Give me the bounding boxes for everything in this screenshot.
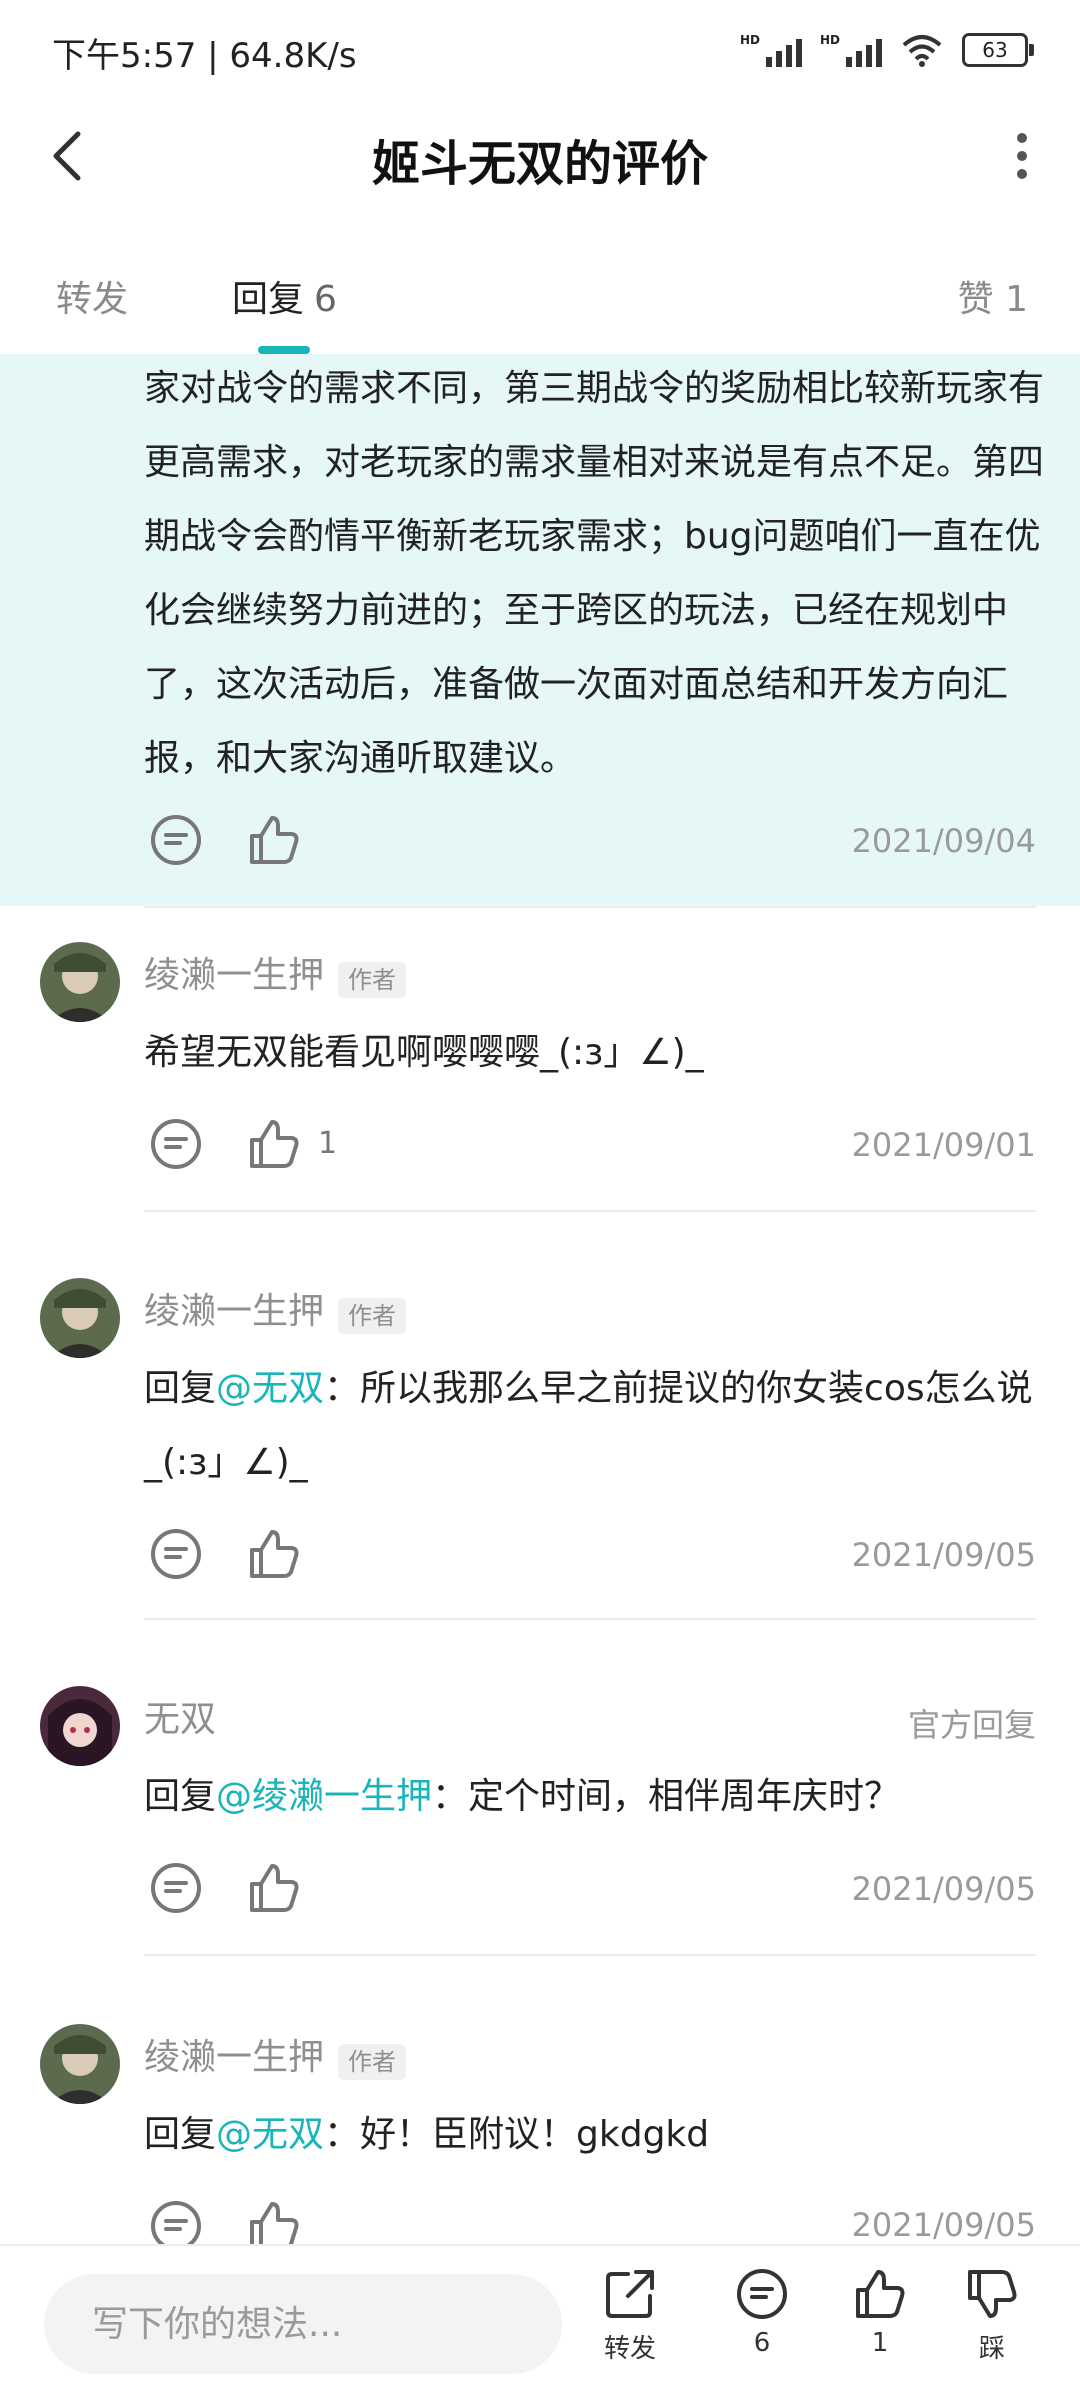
reply-author[interactable]: 无双 <box>144 1690 216 1742</box>
comment-icon[interactable] <box>148 1526 204 1582</box>
like-count: 1 <box>318 1126 338 1161</box>
signal-icon: HD <box>820 33 882 67</box>
avatar[interactable] <box>40 1686 120 1766</box>
author-badge: 作者 <box>338 1297 407 1334</box>
highlighted-reply-text: 家对战令的需求不同，第三期战令的奖励相比较新玩家有更高需求，对老玩家的需求量相对… <box>144 368 1045 779</box>
comment-button[interactable]: 6 <box>712 2266 812 2358</box>
author-badge: 作者 <box>338 2043 407 2080</box>
share-icon <box>606 2270 654 2318</box>
thumbs-up-icon[interactable] <box>246 812 302 868</box>
divider <box>144 1618 1036 1620</box>
highlighted-reply-date: 2021/09/04 <box>851 822 1036 860</box>
mention-link[interactable]: @绫濑一生押 <box>216 1776 432 1817</box>
reply-content: 回复@无双：所以我那么早之前提议的你女装cos怎么说_(:з」∠)_ <box>144 1368 1033 1483</box>
like-count: 1 <box>871 2328 889 2358</box>
reply-author[interactable]: 绫濑一生押 作者 <box>144 946 407 998</box>
comment-icon[interactable] <box>148 812 204 868</box>
mention-link[interactable]: @无双 <box>216 1368 324 1409</box>
signal-icon: HD <box>740 33 802 67</box>
tab-reply-label: 回复 <box>232 279 305 320</box>
thumbs-up-icon[interactable] <box>246 1116 302 1172</box>
divider <box>144 906 1036 908</box>
reply-content: 回复@绫濑一生押：定个时间，相伴周年庆时？ <box>144 1776 901 1817</box>
reply-date: 2021/09/05 <box>851 1870 1036 1908</box>
comment-input-box[interactable] <box>44 2274 562 2374</box>
dislike-button[interactable]: 踩 <box>942 2266 1042 2365</box>
comment-input[interactable] <box>44 2274 562 2374</box>
page-title: 姬斗无双的评价 <box>371 136 708 192</box>
more-button[interactable] <box>992 126 1052 186</box>
repost-label: 转发 <box>603 2334 656 2364</box>
tab-like[interactable]: 赞 1 <box>958 270 1028 322</box>
thumbs-down-icon <box>968 2270 1017 2318</box>
divider <box>144 1210 1036 1212</box>
avatar[interactable] <box>40 942 120 1022</box>
reply-author[interactable]: 绫濑一生押 作者 <box>144 1282 407 1334</box>
divider <box>144 1954 1036 1956</box>
battery-icon: 63 <box>962 33 1034 67</box>
thumbs-up-icon <box>856 2270 905 2318</box>
status-icons: HD HD 63 <box>740 28 1034 72</box>
dislike-label: 踩 <box>978 2334 1005 2364</box>
thumbs-up-icon[interactable] <box>246 1860 302 1916</box>
reply-author[interactable]: 绫濑一生押 作者 <box>144 2028 407 2080</box>
repost-button[interactable]: 转发 <box>580 2266 680 2365</box>
tab-reply[interactable]: 回复 6 <box>232 270 337 322</box>
reply-date: 2021/09/01 <box>851 1126 1036 1164</box>
comment-icon[interactable] <box>148 1860 204 1916</box>
status-time: 下午5:57 | 64.8K/s <box>52 36 357 76</box>
comment-count: 6 <box>753 2328 771 2358</box>
official-reply-tag: 官方回复 <box>907 1706 1036 1744</box>
comment-icon[interactable] <box>148 1116 204 1172</box>
wifi-icon <box>902 35 942 67</box>
mention-link[interactable]: @无双 <box>216 2114 324 2155</box>
thumbs-up-icon[interactable] <box>246 1526 302 1582</box>
more-vertical-icon <box>1017 133 1027 179</box>
tab-reply-count: 6 <box>314 279 337 320</box>
avatar[interactable] <box>40 1278 120 1358</box>
reply-date: 2021/09/05 <box>851 1536 1036 1574</box>
tab-repost[interactable]: 转发 <box>56 270 128 322</box>
like-button[interactable]: 1 <box>830 2266 930 2358</box>
reply-date: 2021/09/05 <box>851 2206 1036 2244</box>
reply-content: 希望无双能看见啊嘤嘤嘤_(:з」∠)_ <box>144 1032 704 1073</box>
author-badge: 作者 <box>338 961 407 998</box>
reply-content: 回复@无双：好！臣附议！gkdgkd <box>144 2114 710 2155</box>
comment-icon <box>737 2269 787 2319</box>
avatar[interactable] <box>40 2024 120 2104</box>
